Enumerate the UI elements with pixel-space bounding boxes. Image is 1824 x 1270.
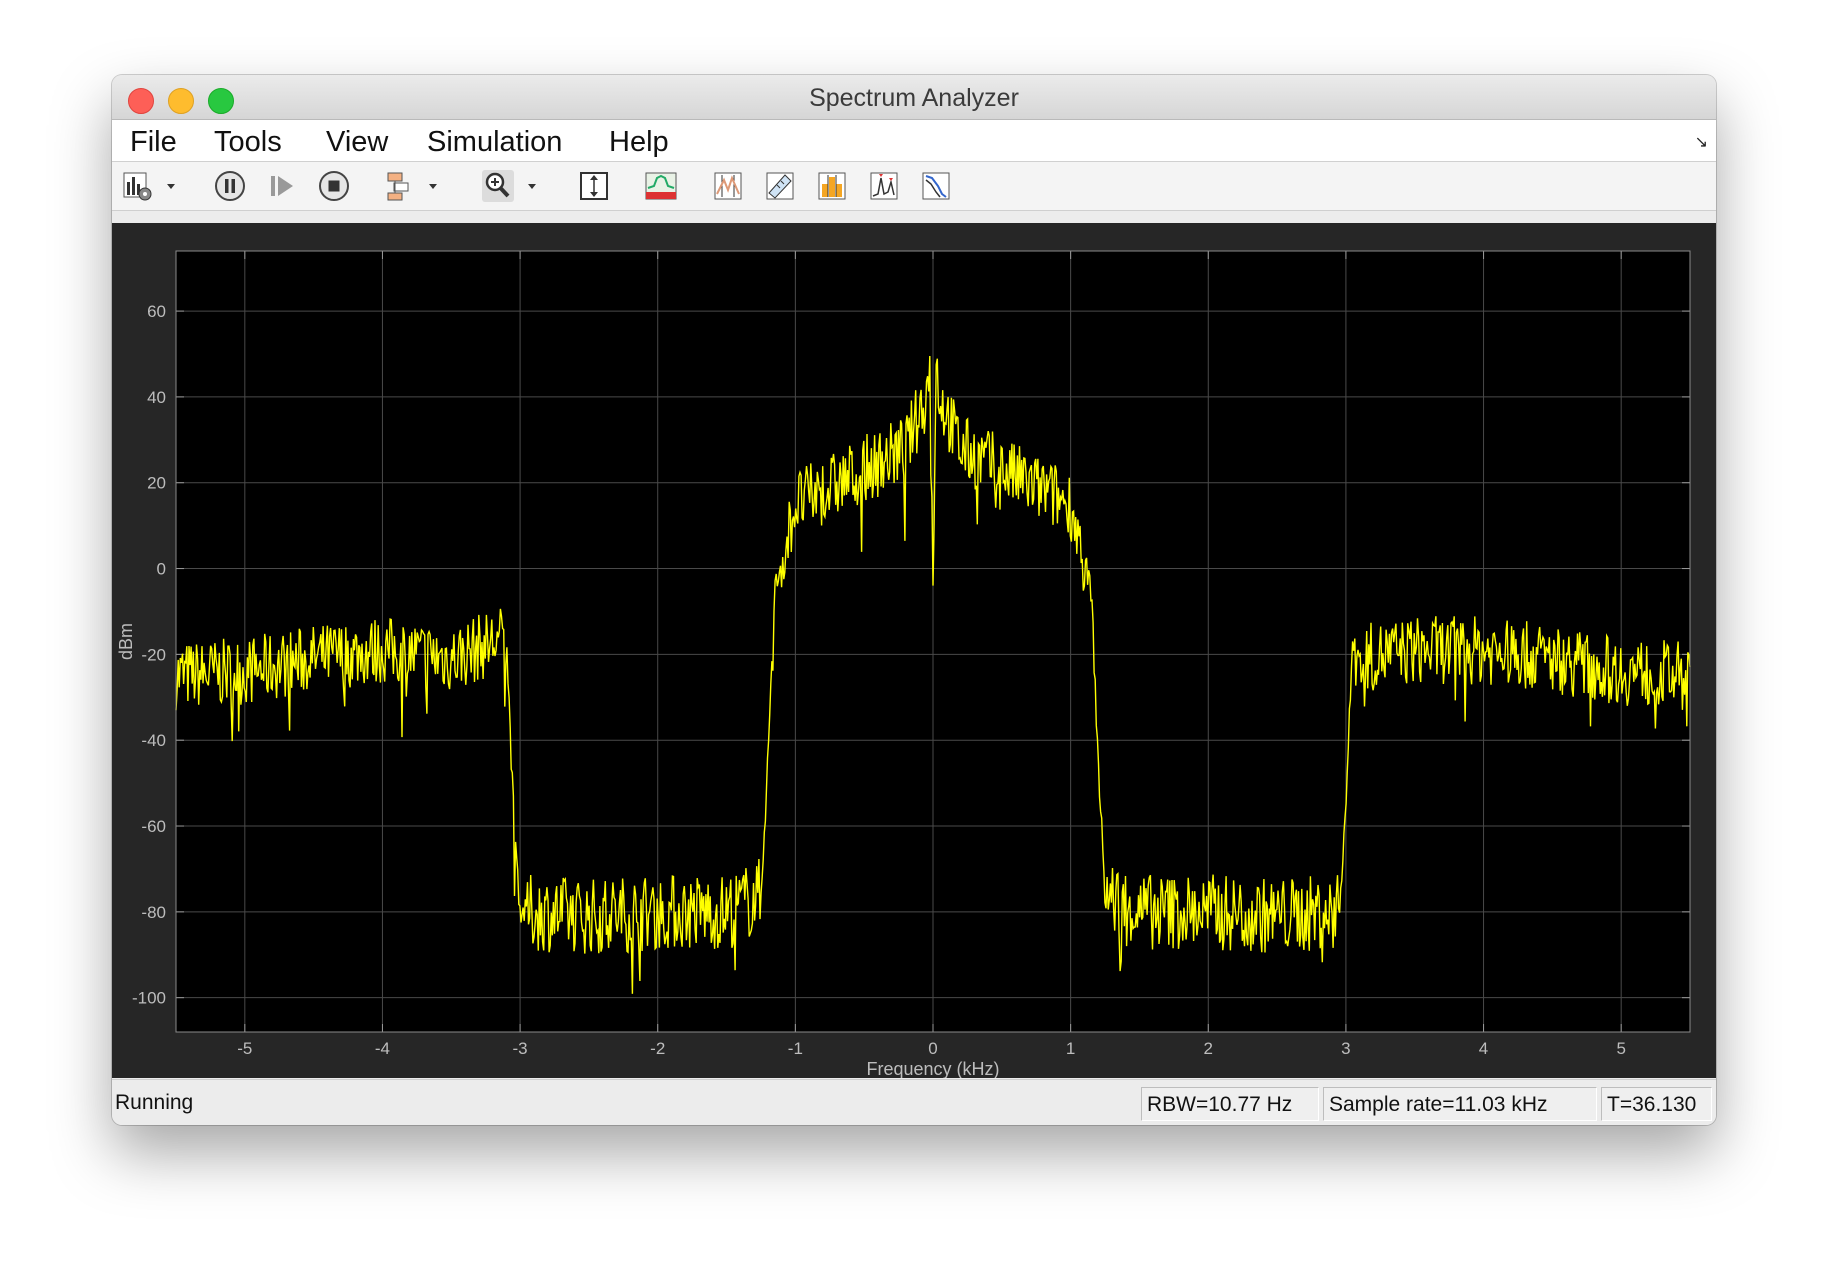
y-tick-label: -20: [141, 645, 166, 664]
ccdf-icon[interactable]: [920, 170, 952, 202]
simulation-status: Running: [115, 1091, 194, 1114]
spectrum-view-icon[interactable]: [645, 170, 677, 202]
y-tick-label: 0: [157, 560, 166, 579]
highlight-dropdown-arrow-icon[interactable]: [426, 174, 440, 198]
x-axis-label: Frequency (kHz): [866, 1059, 999, 1078]
zoom-dropdown-arrow-icon[interactable]: [525, 174, 539, 198]
status-bar: Running RBW=10.77 Hz Sample rate=11.03 k…: [112, 1079, 1716, 1125]
measurement-icon[interactable]: [764, 170, 796, 202]
x-tick-label: 2: [1204, 1039, 1213, 1058]
y-tick-label: -100: [132, 989, 166, 1008]
undock-icon[interactable]: ↘: [1695, 132, 1708, 152]
x-tick-label: 0: [928, 1039, 937, 1058]
title-bar[interactable]: Spectrum Analyzer: [112, 75, 1716, 120]
sample-rate-readout: Sample rate=11.03 kHz: [1323, 1087, 1597, 1121]
highlight-blocks-icon[interactable]: [384, 170, 416, 202]
x-tick-label: -4: [375, 1039, 390, 1058]
zoom-in-icon[interactable]: [482, 170, 514, 202]
toolbar: [112, 162, 1716, 211]
menu-tools[interactable]: Tools: [214, 120, 282, 161]
settings-dropdown-arrow-icon[interactable]: [164, 174, 178, 198]
y-tick-label: 40: [147, 388, 166, 407]
menu-bar: File Tools View Simulation Help ↘: [112, 120, 1716, 162]
y-tick-label: -40: [141, 731, 166, 750]
x-tick-label: 5: [1616, 1039, 1625, 1058]
window-title: Spectrum Analyzer: [809, 84, 1019, 112]
scale-axes-icon[interactable]: [578, 170, 610, 202]
y-tick-label: -60: [141, 817, 166, 836]
x-tick-label: -3: [513, 1039, 528, 1058]
channel-measurements-icon[interactable]: [816, 170, 848, 202]
rbw-readout: RBW=10.77 Hz: [1141, 1087, 1319, 1121]
menu-view[interactable]: View: [326, 120, 388, 161]
x-tick-label: -5: [237, 1039, 252, 1058]
step-forward-icon[interactable]: [266, 170, 298, 202]
spectrum-chart[interactable]: -5 -4 -3 -2 -1 0 1 2 3 4 56040200-20-40-60-80-100 …: [112, 223, 1716, 1078]
data-cursors-icon[interactable]: [712, 170, 744, 202]
stop-icon[interactable]: [318, 170, 350, 202]
x-tick-label: -2: [650, 1039, 665, 1058]
peak-finder-icon[interactable]: [868, 170, 900, 202]
y-tick-label: -80: [141, 903, 166, 922]
pause-icon[interactable]: [214, 170, 246, 202]
plot-panel: -5 -4 -3 -2 -1 0 1 2 3 4 5 60 40 20 0 -20 -40 -60 -80 -100 …: [112, 223, 1716, 1078]
menu-simulation[interactable]: Simulation: [427, 120, 562, 161]
x-tick-label: 4: [1479, 1039, 1488, 1058]
y-axis-label: dBm: [116, 623, 136, 660]
y-tick-label: 20: [147, 474, 166, 493]
x-tick-label: 3: [1341, 1039, 1350, 1058]
menu-file[interactable]: File: [130, 120, 177, 161]
y-tick-label: 60: [147, 302, 166, 321]
spectrum-analyzer-window: Spectrum Analyzer File Tools View Simula…: [112, 75, 1716, 1125]
menu-help[interactable]: Help: [609, 120, 669, 161]
x-tick-label: 1: [1066, 1039, 1075, 1058]
x-tick-label: -1: [788, 1039, 803, 1058]
time-readout: T=36.130: [1601, 1087, 1712, 1121]
spectrum-settings-icon[interactable]: [122, 170, 154, 202]
